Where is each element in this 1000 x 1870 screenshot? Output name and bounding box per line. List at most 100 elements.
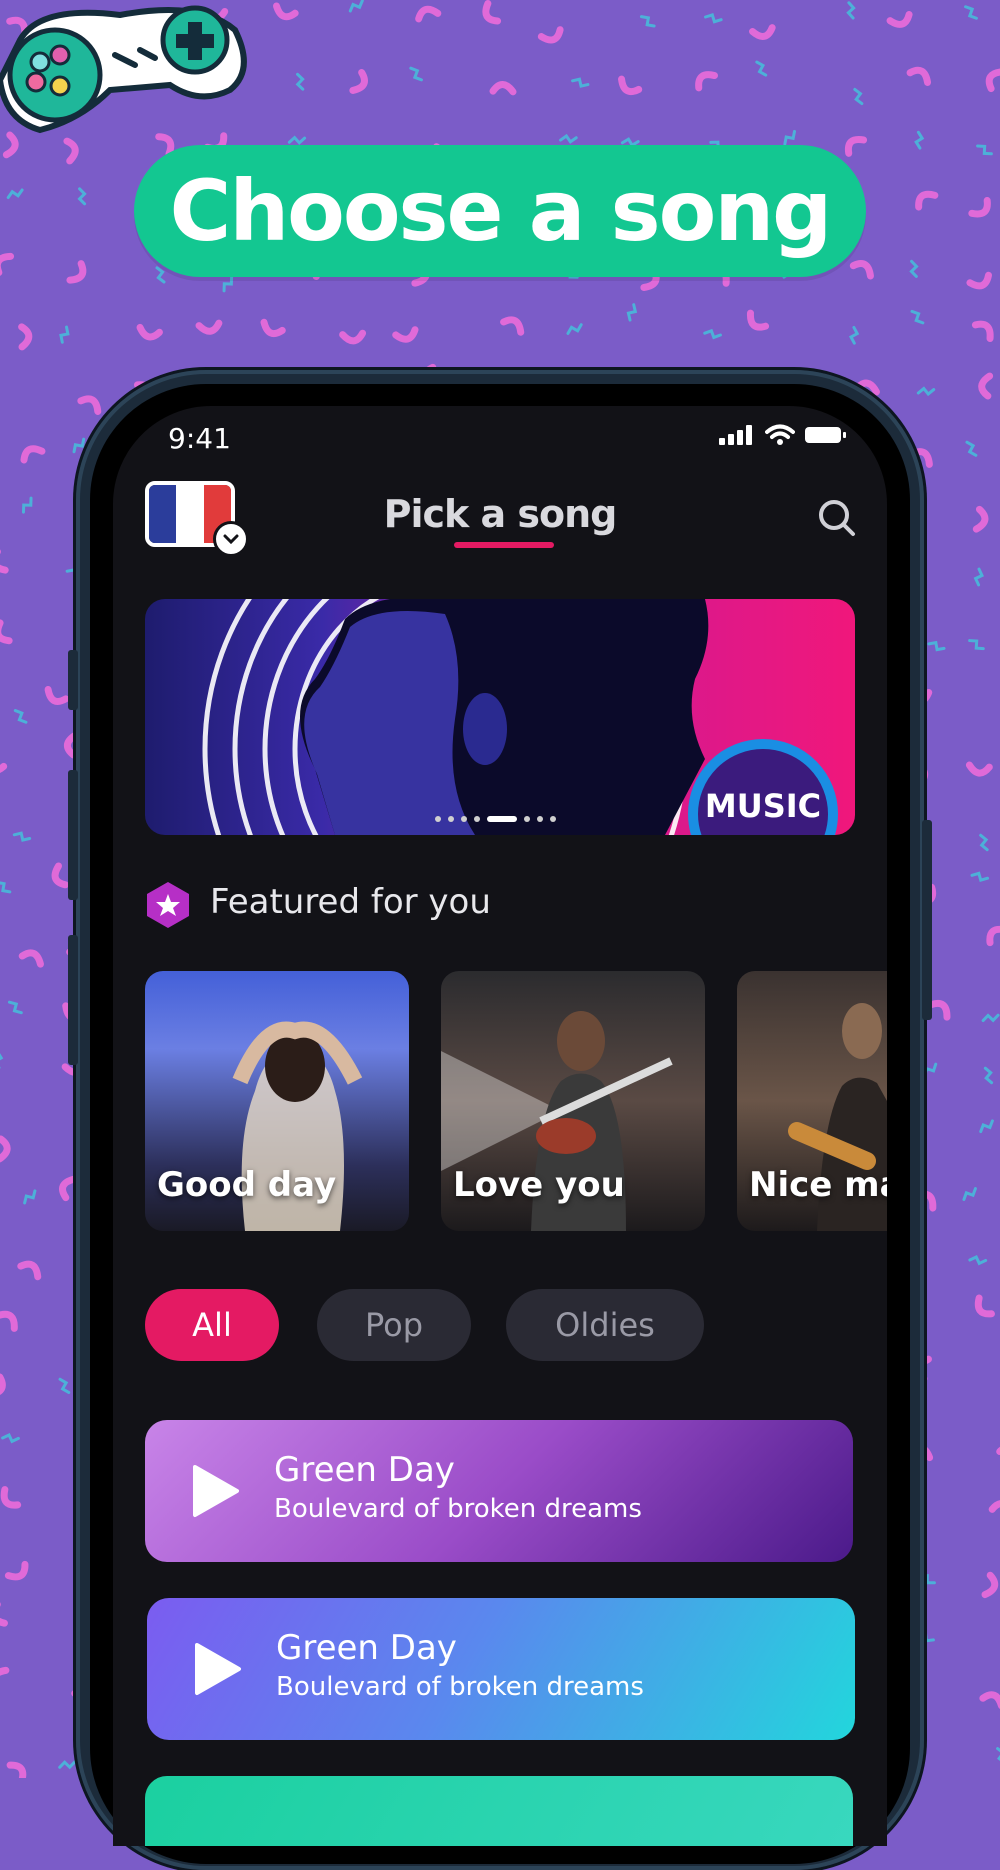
pattern-mark: [3, 1433, 19, 1443]
chip-label: All: [192, 1306, 232, 1344]
pattern-mark: [848, 3, 854, 18]
filter-chip-pop[interactable]: Pop: [317, 1289, 471, 1361]
pattern-mark: [985, 1575, 997, 1596]
carousel-dot[interactable]: [448, 816, 454, 822]
pattern-mark: [20, 498, 34, 512]
carousel-dot[interactable]: [550, 816, 556, 822]
pattern-mark: [70, 264, 87, 284]
pattern-mark: [972, 871, 988, 883]
pattern-mark: [0, 880, 10, 895]
phone-power-button: [922, 820, 932, 1020]
pattern-mark: [978, 143, 992, 157]
carousel-dot[interactable]: [474, 816, 480, 822]
pattern-mark: [0, 1490, 18, 1510]
pattern-mark: [706, 13, 722, 24]
pattern-mark: [746, 313, 766, 331]
pattern-mark: [618, 79, 639, 95]
pattern-mark: [976, 509, 986, 530]
pattern-mark: [981, 375, 990, 396]
pattern-mark: [0, 1667, 6, 1688]
carousel-dot[interactable]: [537, 816, 543, 822]
pattern-mark: [915, 190, 935, 207]
pattern-mark: [844, 135, 864, 154]
pattern-mark: [694, 70, 714, 88]
pattern-mark: [67, 140, 77, 161]
pattern-mark: [757, 61, 766, 77]
pattern-mark: [21, 445, 42, 460]
carousel-dot[interactable]: [524, 816, 530, 822]
featured-card[interactable]: Love you: [441, 971, 705, 1231]
pattern-mark: [60, 1762, 75, 1767]
pattern-mark: [979, 1121, 995, 1132]
wifi-icon: [765, 424, 795, 446]
pattern-mark: [974, 1298, 992, 1318]
pattern-mark: [912, 309, 923, 325]
pattern-mark: [0, 1604, 4, 1625]
section-title: Featured for you: [210, 882, 491, 922]
pattern-mark: [289, 137, 304, 143]
pattern-mark: [0, 1139, 8, 1159]
pattern-mark: [343, 333, 363, 341]
pattern-mark: [8, 1564, 28, 1581]
carousel-dot[interactable]: [487, 816, 517, 822]
hero-banner[interactable]: MUSIC: [145, 599, 855, 835]
pattern-mark: [983, 1692, 1000, 1706]
play-icon[interactable]: [191, 1464, 241, 1518]
pattern-mark: [80, 189, 85, 204]
featured-card[interactable]: Good day: [145, 971, 409, 1231]
pattern-mark: [157, 267, 164, 283]
pattern-mark: [970, 1255, 986, 1265]
pattern-mark: [81, 395, 102, 412]
song-item[interactable]: Green Day Boulevard of broken dreams: [145, 1420, 853, 1562]
pattern-mark: [753, 28, 774, 39]
pattern-mark: [922, 1064, 938, 1075]
play-icon[interactable]: [193, 1642, 243, 1696]
pattern-mark: [348, 1, 364, 11]
status-icons: [719, 424, 847, 446]
card-label: Nice ma: [749, 1165, 887, 1205]
carousel-dots[interactable]: [435, 816, 556, 822]
pattern-mark: [411, 66, 422, 82]
pattern-mark: [972, 200, 992, 218]
pattern-mark: [981, 835, 988, 850]
pattern-mark: [929, 640, 944, 653]
status-time: 9:41: [168, 422, 231, 455]
pattern-mark: [985, 1068, 991, 1083]
pattern-mark: [626, 305, 638, 320]
song-item-partial[interactable]: [145, 1776, 853, 1846]
title-underline: [454, 542, 554, 548]
pattern-mark: [853, 260, 874, 276]
carousel-dot[interactable]: [435, 816, 441, 822]
pattern-mark: [298, 74, 303, 89]
featured-card[interactable]: Nice ma: [737, 971, 887, 1231]
pattern-mark: [7, 190, 23, 198]
chip-label: Oldies: [555, 1306, 655, 1344]
phone-volume-down-button: [68, 935, 78, 1065]
phone-volume-up-button: [68, 770, 78, 900]
pattern-mark: [0, 1377, 6, 1398]
pattern-mark: [931, 999, 951, 1017]
pattern-mark: [573, 77, 588, 89]
pattern-mark: [396, 330, 417, 342]
pattern-mark: [52, 866, 65, 887]
pattern-mark: [974, 569, 984, 585]
pattern-mark: [14, 831, 29, 843]
filter-chip-oldies[interactable]: Oldies: [506, 1289, 704, 1361]
song-item[interactable]: Green Day Boulevard of broken dreams: [147, 1598, 855, 1740]
search-icon[interactable]: [817, 498, 857, 538]
pattern-mark: [60, 1378, 69, 1394]
pattern-mark: [22, 327, 29, 347]
page-title: Pick a song: [113, 492, 887, 536]
pattern-mark: [890, 14, 911, 27]
card-label: Good day: [157, 1165, 336, 1205]
carousel-dot[interactable]: [461, 816, 467, 822]
pattern-mark: [493, 84, 513, 92]
pattern-mark: [0, 1310, 19, 1328]
filter-chip-all[interactable]: All: [145, 1289, 279, 1361]
song-artist: Green Day: [274, 1450, 455, 1490]
pattern-mark: [66, 734, 75, 755]
pattern-mark: [970, 275, 991, 289]
pattern-mark: [15, 709, 26, 725]
pattern-mark: [910, 67, 931, 83]
pattern-mark: [641, 14, 654, 29]
